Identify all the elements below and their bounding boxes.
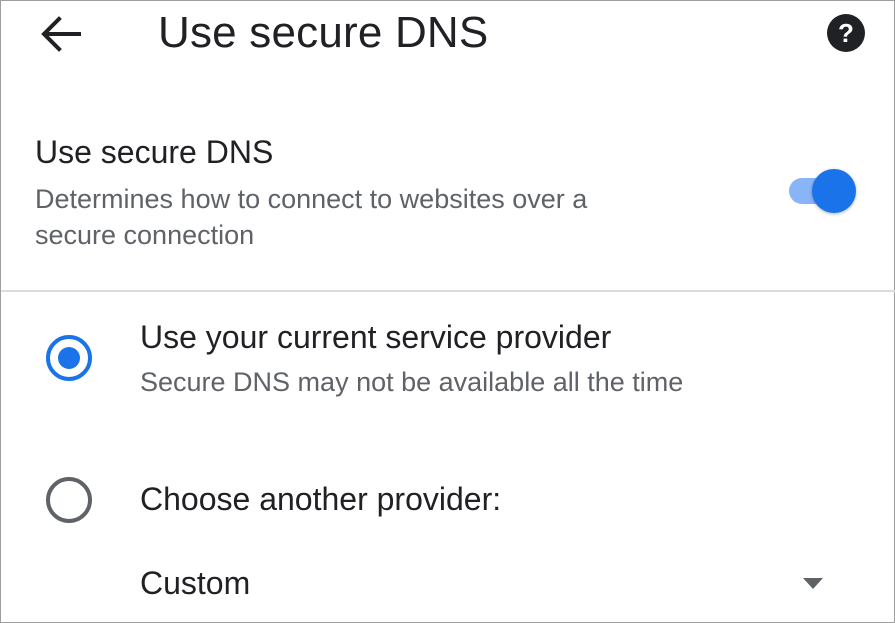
option-current-provider[interactable]: Use your current service provider Secure… xyxy=(1,313,894,423)
secure-dns-setting-title: Use secure DNS xyxy=(35,134,274,170)
help-circle-icon[interactable]: ? xyxy=(827,14,865,52)
secure-dns-toggle[interactable] xyxy=(787,169,859,213)
svg-text:?: ? xyxy=(838,18,854,48)
option-another-provider[interactable]: Choose another provider: xyxy=(1,473,894,533)
divider xyxy=(1,290,895,292)
option-another-provider-title: Choose another provider: xyxy=(140,481,502,517)
radio-outer-ring xyxy=(46,477,92,523)
provider-select-value: Custom xyxy=(140,565,251,601)
page-title: Use secure DNS xyxy=(158,8,489,57)
settings-screen: Use secure DNS ? Use secure DNS Determin… xyxy=(0,0,895,623)
secure-dns-setting-description: Determines how to connect to websites ov… xyxy=(35,184,588,250)
option-current-provider-description: Secure DNS may not be available all the … xyxy=(140,367,684,397)
radio-inner-dot xyxy=(58,347,80,369)
option-current-provider-title: Use your current service provider xyxy=(140,319,612,355)
provider-select[interactable]: Custom xyxy=(140,559,830,611)
radio-button-checked[interactable] xyxy=(46,335,92,381)
toggle-thumb xyxy=(812,169,856,213)
dropdown-arrow-icon xyxy=(801,576,825,590)
radio-button-unchecked[interactable] xyxy=(46,477,92,523)
arrow-back-icon[interactable] xyxy=(37,13,83,55)
